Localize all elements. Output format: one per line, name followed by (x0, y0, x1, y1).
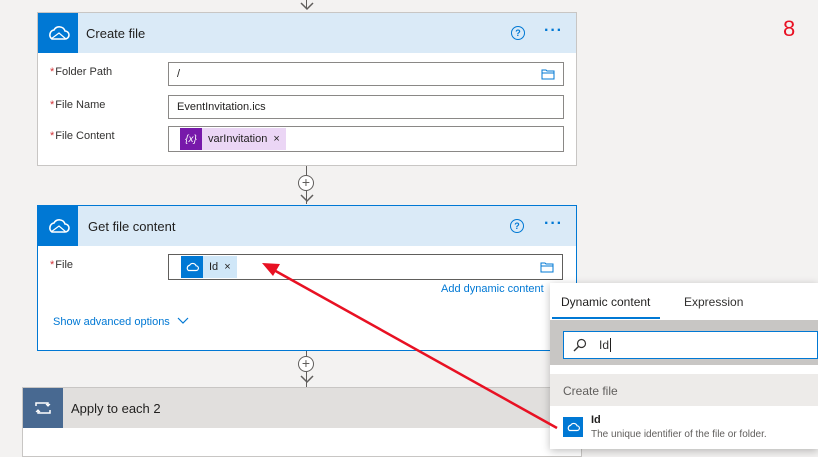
annotation-arrow (262, 263, 558, 430)
